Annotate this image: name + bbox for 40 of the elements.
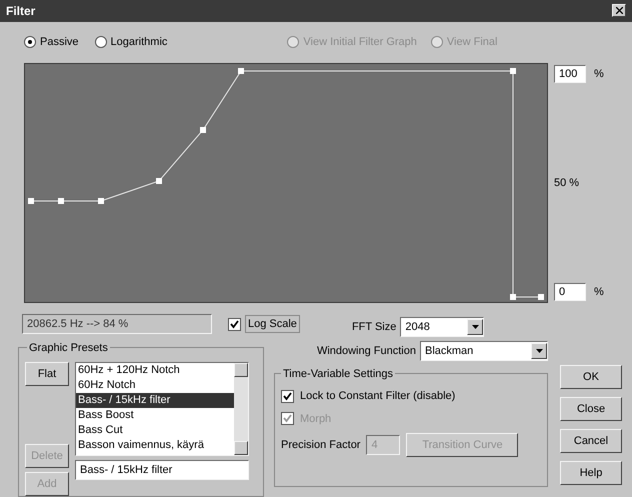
unit-label: % bbox=[594, 66, 604, 82]
checkbox-label: Lock to Constant Filter (disable) bbox=[300, 389, 456, 404]
checkbox-label: Log Scale bbox=[245, 314, 300, 334]
preset-item[interactable]: Bass Cut bbox=[76, 423, 234, 438]
field-label: FFT Size bbox=[352, 320, 396, 335]
unit-label: % bbox=[594, 284, 604, 300]
field-label: Windowing Function bbox=[316, 344, 416, 359]
radio-button[interactable] bbox=[94, 36, 107, 48]
dialog-button[interactable]: Help bbox=[560, 461, 622, 485]
preset-item[interactable]: Bass Boost bbox=[76, 408, 234, 423]
close-icon bbox=[616, 7, 622, 14]
radio-label: View Final bbox=[446, 35, 498, 50]
dropdown[interactable]: 2048 bbox=[400, 317, 484, 337]
preset-name-field[interactable]: Bass- / 15kHz filter bbox=[75, 460, 249, 480]
preset-list[interactable]: 60Hz + 120Hz Notch 60Hz Notch Bass- / 15kHz filter Bass Boost Bass Cut Basson vaimennus, käyrä bbox=[75, 362, 249, 456]
radio-button[interactable] bbox=[24, 36, 36, 48]
radio-label: View Initial Filter Graph bbox=[303, 35, 417, 50]
dialog-button[interactable]: Flat bbox=[25, 362, 69, 386]
dialog-button[interactable]: Cancel bbox=[560, 429, 622, 453]
close-button[interactable] bbox=[612, 4, 626, 18]
dialog-button[interactable]: OK bbox=[560, 365, 622, 389]
scrollbar[interactable] bbox=[234, 363, 248, 455]
dropdown[interactable]: Blackman bbox=[420, 341, 548, 361]
window-title: Filter bbox=[6, 2, 36, 20]
preset-item[interactable]: 60Hz Notch bbox=[76, 378, 234, 393]
field-label: Precision Factor bbox=[281, 438, 360, 453]
scale-label: 50 % bbox=[554, 176, 580, 191]
readout-field: 20862.5 Hz --> 84 % bbox=[22, 314, 212, 334]
min-input[interactable]: 0 bbox=[554, 283, 586, 301]
preset-item[interactable]: Bass- / 15kHz filter bbox=[76, 393, 234, 408]
radio-label: Passive bbox=[40, 35, 79, 50]
radio-label: Logarithmic bbox=[110, 35, 168, 50]
max-input[interactable]: 100 bbox=[554, 65, 586, 83]
preset-item[interactable]: Basson vaimennus, käyrä bbox=[76, 438, 234, 453]
checkbox[interactable] bbox=[281, 390, 294, 403]
group-title: Time-Variable Settings bbox=[281, 366, 396, 382]
group-title: Graphic Presets bbox=[27, 340, 110, 356]
dialog-button[interactable]: Close bbox=[560, 397, 622, 421]
preset-item[interactable]: 60Hz + 120Hz Notch bbox=[76, 363, 234, 378]
checkbox[interactable] bbox=[228, 318, 241, 330]
